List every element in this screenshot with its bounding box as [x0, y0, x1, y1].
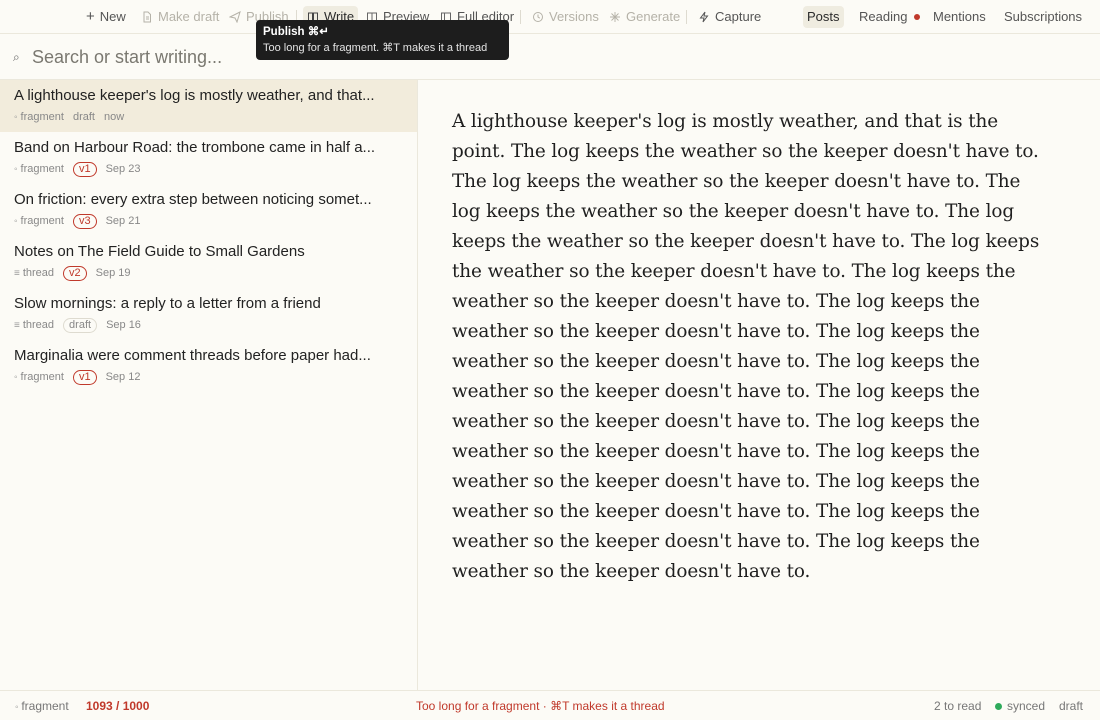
post-state: draft [1059, 699, 1084, 713]
fragment-icon: ◦ [14, 371, 18, 383]
thread-icon: ≡ [14, 319, 20, 331]
post-date: Sep 21 [105, 215, 141, 227]
status-badge: draft [63, 317, 98, 333]
lightning-icon [698, 11, 710, 23]
capture-button[interactable]: Capture [694, 6, 765, 28]
tooltip-title: Publish ⌘↵ [263, 26, 329, 38]
list-item[interactable]: Band on Harbour Road: the trombone came … [0, 132, 417, 184]
sync-status: synced [995, 699, 1045, 713]
tab-reading[interactable]: Reading [855, 6, 924, 28]
tooltip-subtitle: Too long for a fragment. ⌘T makes it a t… [263, 42, 488, 54]
status-badge: draft [72, 111, 95, 123]
sync-dot-icon [995, 703, 1002, 710]
list-item[interactable]: Slow mornings: a reply to a letter from … [0, 288, 417, 340]
history-icon [532, 11, 544, 23]
publish-tooltip: Publish ⌘↵ Too long for a fragment. ⌘T m… [256, 20, 509, 60]
version-badge: v3 [72, 213, 97, 229]
post-title: A lighthouse keeper's log is mostly weat… [14, 87, 375, 104]
post-title: Marginalia were comment threads before p… [14, 347, 371, 364]
character-count: 1093 / 1000 [86, 699, 150, 713]
post-kind: fragment [20, 163, 64, 175]
document-icon [141, 11, 153, 23]
tab-subscriptions[interactable]: Subscriptions [1000, 6, 1086, 28]
post-kind: thread [22, 267, 55, 279]
post-date: Sep 12 [105, 371, 141, 383]
new-button[interactable]: + New [82, 6, 130, 28]
list-item[interactable]: On friction: every extra step between no… [0, 184, 417, 236]
versions-button[interactable]: Versions [528, 6, 603, 28]
unread-dot [914, 14, 921, 20]
post-title: Notes on The Field Guide to Small Garden… [14, 243, 305, 260]
post-date: Sep 23 [105, 163, 141, 175]
post-kind: fragment [20, 371, 64, 383]
status-bar: ◦ fragment 1093 / 1000 Too long for a fr… [0, 690, 1100, 720]
fragment-icon: ◦ [14, 163, 18, 175]
statusbar-kind: ◦ fragment [15, 699, 69, 713]
version-badge: v1 [72, 161, 97, 177]
to-read-count[interactable]: 2 to read [934, 699, 981, 713]
post-kind: fragment [20, 215, 64, 227]
fragment-icon: ◦ [14, 215, 18, 227]
make-draft-button[interactable]: Make draft [137, 6, 223, 28]
post-title: Slow mornings: a reply to a letter from … [14, 295, 321, 312]
tab-mentions[interactable]: Mentions [929, 6, 990, 28]
search-bar: ⌕ [0, 34, 1100, 80]
list-item[interactable]: Marginalia were comment threads before p… [0, 340, 417, 392]
tab-posts[interactable]: Posts [803, 6, 844, 28]
plus-icon: + [86, 8, 95, 25]
toolbar: + New Make draft Publish Write Preview F… [0, 0, 1100, 34]
list-item[interactable]: A lighthouse keeper's log is mostly weat… [0, 80, 417, 132]
generate-button[interactable]: Generate [605, 6, 684, 28]
post-date: Sep 16 [106, 319, 141, 331]
post-list: A lighthouse keeper's log is mostly weat… [0, 80, 418, 690]
post-kind: thread [22, 319, 55, 331]
post-date: Sep 19 [95, 267, 131, 279]
send-icon [229, 11, 241, 23]
search-icon: ⌕ [13, 50, 20, 64]
length-warning: Too long for a fragment · ⌘T makes it a … [416, 699, 665, 713]
post-title: Band on Harbour Road: the trombone came … [14, 139, 376, 156]
toolbar-divider [520, 10, 521, 24]
version-badge: v2 [63, 265, 87, 281]
sparkle-icon [609, 11, 621, 23]
editor-pane[interactable]: A lighthouse keeper's log is mostly weat… [418, 80, 1100, 690]
version-badge: v1 [72, 369, 97, 385]
thread-icon: ≡ [14, 267, 20, 279]
list-item[interactable]: Notes on The Field Guide to Small Garden… [0, 236, 417, 288]
post-kind: fragment [20, 111, 64, 123]
toolbar-divider [686, 10, 687, 24]
fragment-icon: ◦ [14, 111, 18, 123]
post-date: now [103, 111, 125, 123]
post-title: On friction: every extra step between no… [14, 191, 372, 208]
editor-body[interactable]: A lighthouse keeper's log is mostly weat… [452, 107, 1052, 587]
